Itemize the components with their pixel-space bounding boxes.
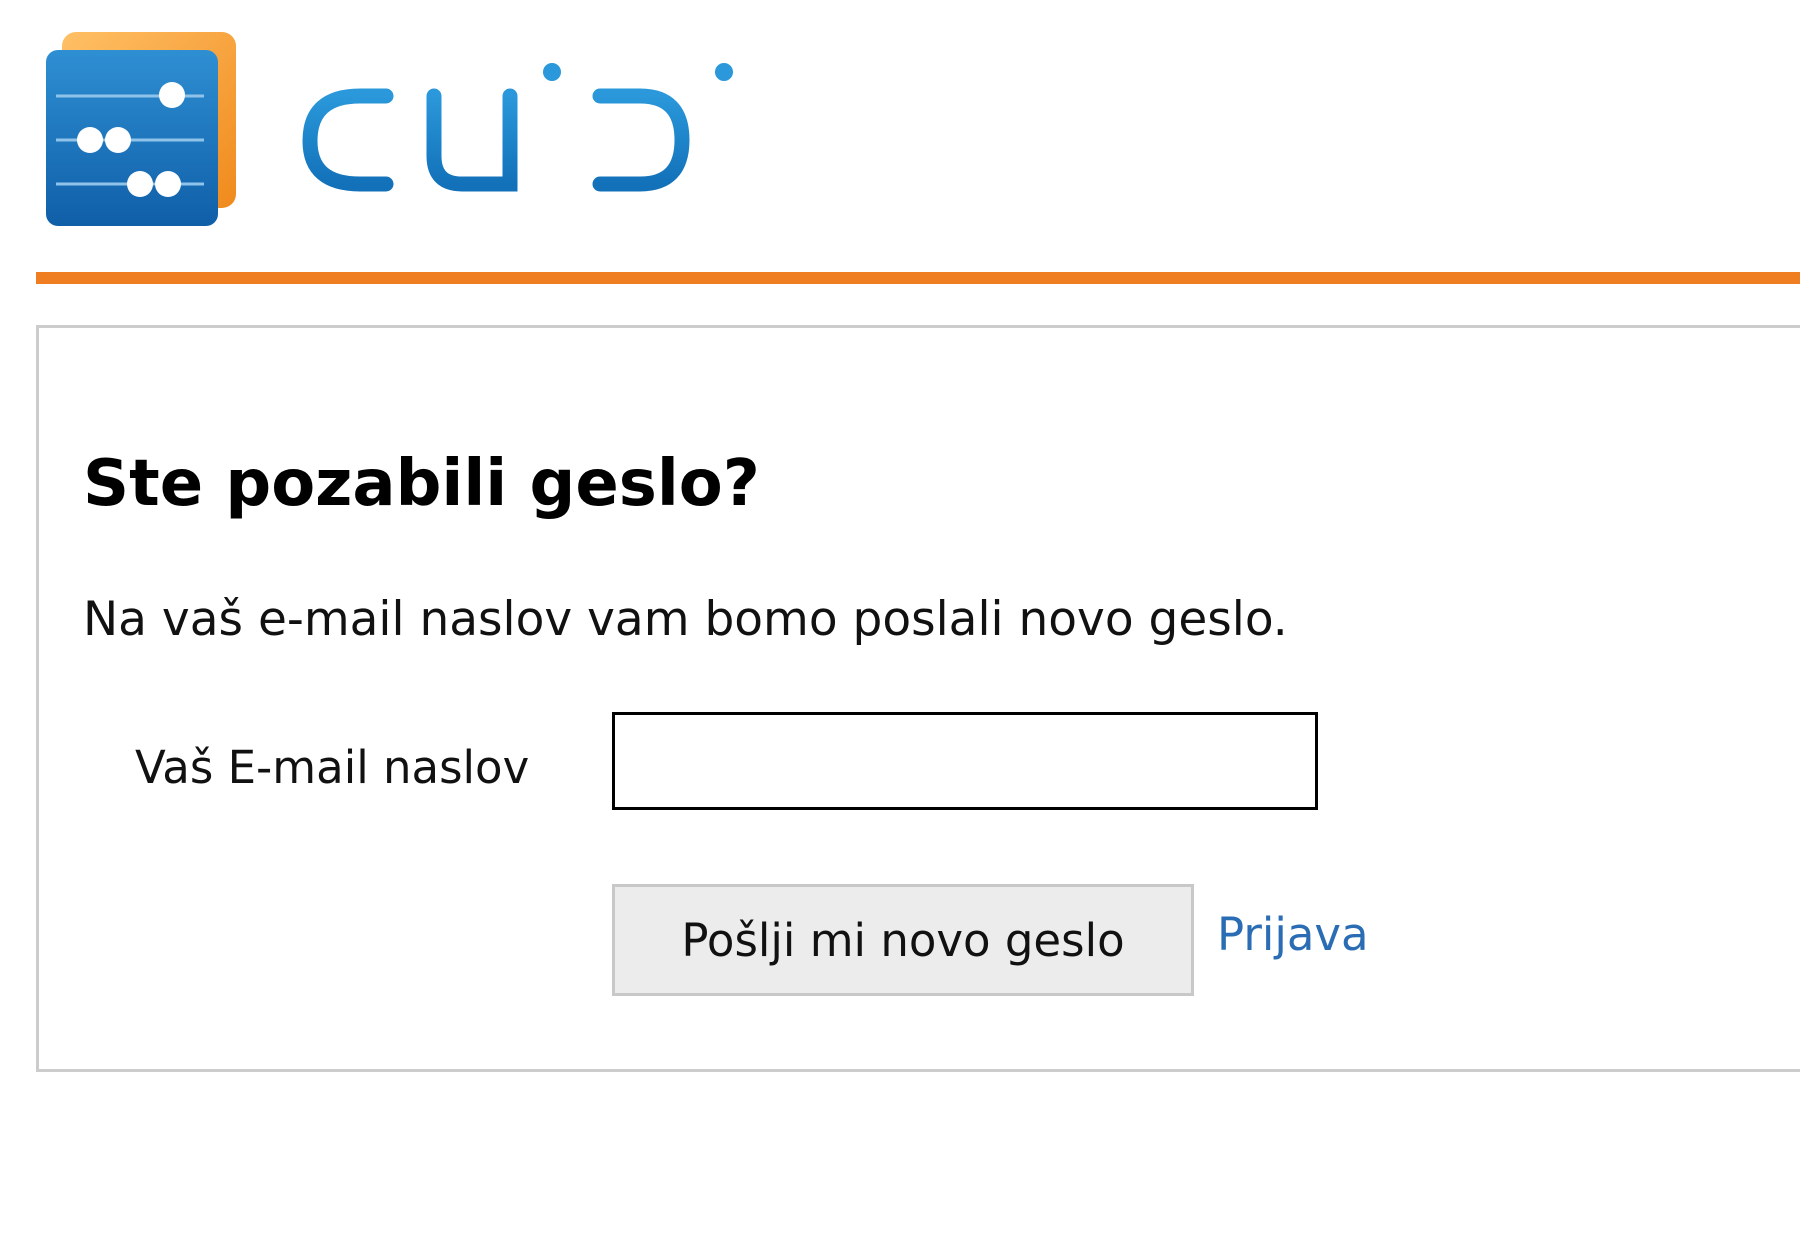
abacus-logo-icon [46,32,236,226]
header-divider [36,272,1800,284]
page-title: Ste pozabili geslo? [83,447,760,521]
site-header [0,0,1800,260]
intro-text: Na vaš e-mail naslov vam bomo poslali no… [83,592,1288,647]
home-logo-link[interactable] [44,30,764,230]
quibi-wordmark [302,50,733,224]
login-link[interactable]: Prijava [1217,905,1369,965]
email-field[interactable] [612,712,1318,810]
email-label: Vaš E-mail naslov [135,741,530,794]
send-new-password-button[interactable]: Pošlji mi novo geslo [612,884,1194,996]
password-reset-panel: Ste pozabili geslo? Na vaš e-mail naslov… [36,325,1800,1072]
